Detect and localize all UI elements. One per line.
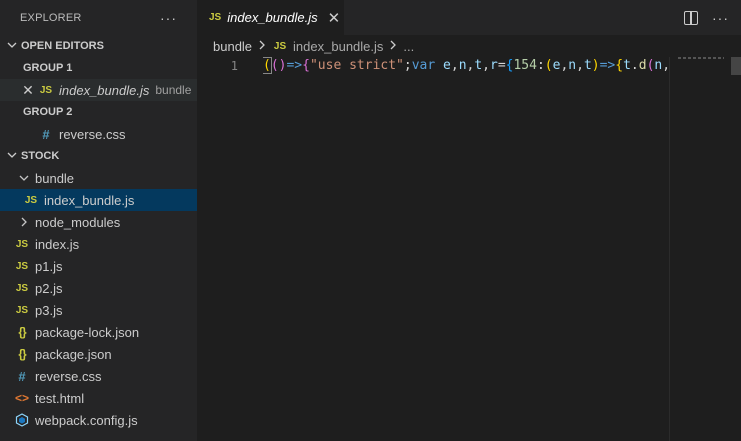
webpack-icon: [14, 413, 30, 427]
project-section-header[interactable]: STOCK: [0, 145, 197, 167]
js-file-icon: JS: [15, 260, 29, 272]
scrollbar-thumb[interactable]: [731, 57, 741, 75]
tree-item-label: p3.js: [35, 302, 63, 318]
explorer-header: EXPLORER ···: [0, 0, 197, 35]
breadcrumb-file[interactable]: index_bundle.js: [293, 39, 383, 54]
open-editor-description: bundle: [155, 83, 192, 97]
code-area[interactable]: 1 (()=>{"use strict";var e,n,t,r={154:(e…: [197, 57, 741, 441]
html-file-icon: <>: [14, 391, 29, 405]
split-editor-icon[interactable]: [684, 10, 698, 25]
css-file-icon: #: [42, 126, 50, 142]
tree-item-folder-bundle[interactable]: bundle: [0, 167, 197, 189]
minimap-line: [678, 57, 724, 59]
tree-item-label: package-lock.json: [35, 324, 140, 340]
tree-item-label: package.json: [35, 346, 112, 362]
chevron-right-icon: [389, 40, 397, 53]
editor-pane: JS index_bundle.js ✕ ··· bundle JS index…: [197, 0, 741, 441]
code-line[interactable]: (()=>{"use strict";var e,n,t,r={154:(e,n…: [263, 57, 668, 75]
json-file-icon: {}: [18, 347, 26, 361]
vertical-scrollbar[interactable]: [730, 57, 741, 441]
tab-bar: JS index_bundle.js ✕ ···: [197, 0, 741, 35]
js-file-icon: JS: [15, 238, 29, 250]
js-file-icon: JS: [24, 194, 38, 206]
open-editor-label: index_bundle.js: [59, 82, 150, 98]
editor-group-1-label: GROUP 1: [23, 62, 73, 74]
tree-item-index-bundle-js[interactable]: JS index_bundle.js: [0, 189, 197, 211]
explorer-title: EXPLORER: [20, 11, 82, 24]
tree-item-label: test.html: [35, 390, 85, 406]
tree-item-p3-js[interactable]: JS p3.js: [0, 299, 197, 321]
tree-item-folder-node-modules[interactable]: node_modules: [0, 211, 197, 233]
tree-item-p1-js[interactable]: JS p1.js: [0, 255, 197, 277]
chevron-down-icon: [4, 40, 20, 53]
editor-group-2-label: GROUP 2: [23, 106, 73, 118]
line-number: 1: [230, 59, 238, 73]
breadcrumb: bundle JS index_bundle.js ...: [197, 35, 741, 57]
tree-item-label: p1.js: [35, 258, 63, 274]
chevron-right-icon: [16, 217, 32, 227]
breadcrumb-symbols[interactable]: ...: [403, 39, 414, 54]
tree-item-p2-js[interactable]: JS p2.js: [0, 277, 197, 299]
chevron-down-icon: [4, 150, 20, 163]
explorer-more-actions-icon[interactable]: ···: [160, 10, 177, 26]
tree-item-label: p2.js: [35, 280, 63, 296]
close-icon[interactable]: ✕: [328, 9, 341, 27]
tree-item-label: index.js: [35, 236, 80, 252]
tree-item-test-html[interactable]: <> test.html: [0, 387, 197, 409]
open-editors-section-header[interactable]: OPEN EDITORS: [0, 35, 197, 57]
tree-item-label: reverse.css: [35, 368, 102, 384]
tree-item-package-lock-json[interactable]: {} package-lock.json: [0, 321, 197, 343]
js-file-icon: JS: [15, 282, 29, 294]
editor-actions: ···: [684, 0, 729, 35]
tree-item-label: webpack.config.js: [35, 412, 138, 428]
tab-index-bundle-js[interactable]: JS index_bundle.js ✕: [197, 0, 344, 35]
project-title: STOCK: [21, 150, 60, 162]
tab-label: index_bundle.js: [227, 10, 318, 25]
tree-item-reverse-css[interactable]: # reverse.css: [0, 365, 197, 387]
js-file-icon: JS: [209, 12, 222, 23]
tree-item-label: node_modules: [35, 214, 121, 230]
js-file-icon: JS: [273, 40, 287, 52]
close-icon[interactable]: ✕: [20, 82, 36, 99]
tree-item-label: index_bundle.js: [44, 192, 135, 208]
tree-item-index-js[interactable]: JS index.js: [0, 233, 197, 255]
js-file-icon: JS: [39, 84, 53, 96]
js-file-icon: JS: [15, 304, 29, 316]
css-file-icon: #: [18, 368, 26, 384]
open-editors-title: OPEN EDITORS: [21, 40, 104, 52]
tree-item-webpack-config-js[interactable]: webpack.config.js: [0, 409, 197, 431]
open-editor-item-index-bundle[interactable]: ✕ JS index_bundle.js bundle: [0, 79, 197, 101]
more-actions-icon[interactable]: ···: [712, 10, 729, 26]
minimap[interactable]: [669, 57, 729, 441]
chevron-right-icon: [258, 40, 266, 53]
open-editor-item-reverse-css[interactable]: # reverse.css: [0, 123, 197, 145]
explorer-sidebar: EXPLORER ··· OPEN EDITORS GROUP 1 ✕ JS i…: [0, 0, 197, 441]
tree-item-package-json[interactable]: {} package.json: [0, 343, 197, 365]
chevron-down-icon: [16, 173, 32, 183]
json-file-icon: {}: [18, 325, 26, 339]
breadcrumb-folder[interactable]: bundle: [213, 39, 252, 54]
tree-item-label: bundle: [35, 170, 75, 186]
open-editor-label: reverse.css: [59, 126, 126, 142]
